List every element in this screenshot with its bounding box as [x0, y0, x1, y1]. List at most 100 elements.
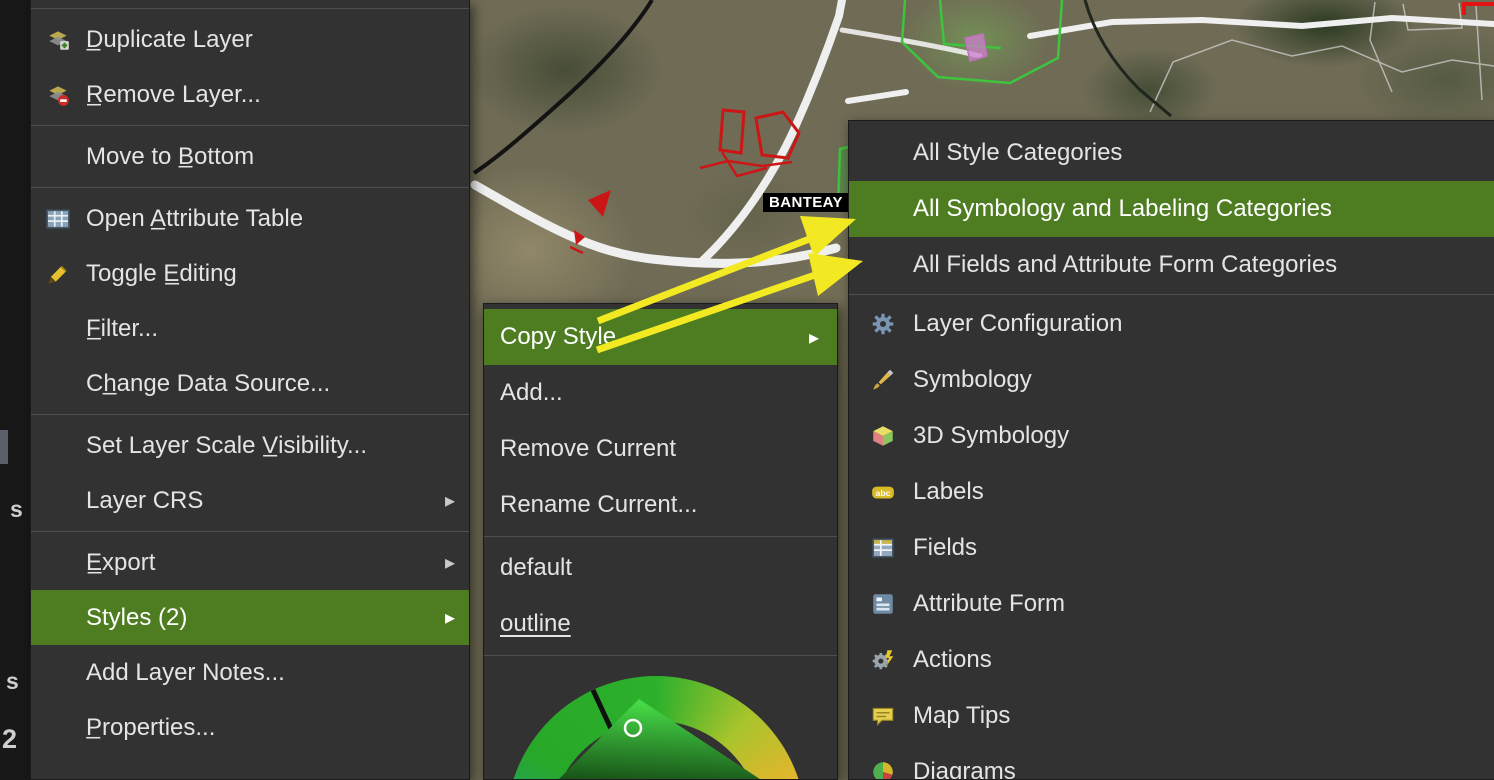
- empty-icon-slot: [43, 549, 73, 577]
- menu-item-add-style[interactable]: Add...: [484, 365, 837, 421]
- menu-item-label: Fields: [913, 534, 1494, 562]
- empty-icon-slot: [43, 315, 73, 343]
- labels-icon: abc: [869, 478, 897, 506]
- empty-icon-slot: [43, 370, 73, 398]
- map-boundary-dark: [1085, 0, 1171, 116]
- menu-separator: [31, 187, 469, 188]
- empty-icon-slot: [869, 195, 897, 223]
- menu-item-label: All Symbology and Labeling Categories: [913, 195, 1494, 223]
- map-red-marker: [588, 190, 611, 217]
- menu-item-label: Layer CRS: [86, 487, 435, 515]
- svg-text:abc: abc: [876, 488, 891, 498]
- menu-item-label: F̲ilter...: [86, 315, 455, 343]
- empty-icon-slot: [43, 714, 73, 742]
- menu-item-label: Layer Configuration: [913, 310, 1494, 338]
- clipped-text: 2: [2, 724, 17, 755]
- menu-item-remove-layer[interactable]: R̲emove Layer...: [31, 67, 469, 122]
- menu-item-fields[interactable]: Fields: [849, 520, 1494, 576]
- empty-icon-slot: [43, 659, 73, 687]
- layer-context-menu: D̲uplicate Layer R̲emove Layer... Move t…: [30, 0, 470, 780]
- symbology-icon: [869, 366, 897, 394]
- menu-item-label: Copy Style: [500, 323, 799, 351]
- submenu-arrow-icon: ▸: [809, 325, 819, 350]
- submenu-arrow-icon: ▸: [445, 550, 455, 575]
- menu-item-label: Set Layer Scale V̲isibility...: [86, 432, 455, 460]
- clipped-text: s: [6, 668, 19, 695]
- menu-item-label: Remove Current: [500, 435, 819, 463]
- menu-item-move-to-bottom[interactable]: Move to B̲ottom: [31, 129, 469, 184]
- menu-item-layer-crs[interactable]: Layer CRS ▸: [31, 473, 469, 528]
- menu-item-export[interactable]: E̲xport ▸: [31, 535, 469, 590]
- 3d-symbology-icon: [869, 422, 897, 450]
- menu-item-actions[interactable]: Actions: [849, 632, 1494, 688]
- menu-item-label: P̲roperties...: [86, 714, 455, 742]
- menu-item-label: All Fields and Attribute Form Categories: [913, 251, 1494, 279]
- menu-item-layer-configuration[interactable]: Layer Configuration: [849, 296, 1494, 352]
- menu-item-labels[interactable]: abc Labels: [849, 464, 1494, 520]
- menu-item-label: Rename Current...: [500, 491, 819, 519]
- menu-item-label: Add...: [500, 379, 819, 407]
- submenu-arrow-icon: ▸: [445, 488, 455, 513]
- menu-item-copy-style[interactable]: Copy Style ▸: [484, 309, 837, 365]
- menu-item-filter[interactable]: F̲ilter...: [31, 301, 469, 356]
- attribute-table-icon: [43, 205, 73, 233]
- menu-item-label: D̲uplicate Layer: [86, 26, 455, 54]
- fields-icon: [869, 534, 897, 562]
- menu-item-label: Symbology: [913, 366, 1494, 394]
- empty-icon-slot: [43, 604, 73, 632]
- diagrams-icon: [869, 758, 897, 780]
- menu-item-label: Actions: [913, 646, 1494, 674]
- saturation-triangle[interactable]: [529, 699, 793, 780]
- menu-item-style-default[interactable]: default: [484, 540, 837, 596]
- menu-item-toggle-editing[interactable]: Toggle E̲diting: [31, 246, 469, 301]
- menu-item-symbology[interactable]: Symbology: [849, 352, 1494, 408]
- menu-item-all-fields-attribute-form[interactable]: All Fields and Attribute Form Categories: [849, 237, 1494, 293]
- color-wheel[interactable]: [506, 676, 806, 780]
- actions-icon: [869, 646, 897, 674]
- menu-item-styles[interactable]: Styles (2) ▸: [31, 590, 469, 645]
- menu-separator: [484, 536, 837, 537]
- menu-item-open-attribute-table[interactable]: Open A̲ttribute Table: [31, 191, 469, 246]
- menu-separator: [849, 294, 1494, 295]
- empty-icon-slot: [43, 487, 73, 515]
- copy-style-submenu: All Style Categories All Symbology and L…: [848, 120, 1494, 780]
- menu-separator: [31, 414, 469, 415]
- menu-item-label: Diagrams: [913, 758, 1494, 780]
- hue-marker[interactable]: [593, 690, 612, 731]
- empty-icon-slot: [43, 143, 73, 171]
- clipped-text: s: [10, 496, 23, 523]
- menu-item-duplicate-layer[interactable]: D̲uplicate Layer: [31, 12, 469, 67]
- menu-item-map-tips[interactable]: Map Tips: [849, 688, 1494, 744]
- map-boundary-black: [474, 0, 652, 173]
- menu-item-diagrams[interactable]: Diagrams: [849, 744, 1494, 780]
- menu-item-rename-current[interactable]: Rename Current...: [484, 477, 837, 533]
- menu-item-add-layer-notes[interactable]: Add Layer Notes...: [31, 645, 469, 700]
- menu-item-label: All Style Categories: [913, 139, 1494, 167]
- map-tips-icon: [869, 702, 897, 730]
- menu-item-label: default: [500, 554, 819, 582]
- menu-item-label: E̲xport: [86, 549, 435, 577]
- menu-item-label: Add Layer Notes...: [86, 659, 455, 687]
- menu-item-label: Styles (2): [86, 604, 435, 632]
- menu-separator: [484, 655, 837, 656]
- remove-layer-icon: [43, 81, 73, 109]
- menu-item-set-layer-scale-visibility[interactable]: Set Layer Scale V̲isibility...: [31, 418, 469, 473]
- menu-item-remove-current[interactable]: Remove Current: [484, 421, 837, 477]
- map-pink-parcel: [965, 34, 987, 61]
- menu-item-label: Labels: [913, 478, 1494, 506]
- panel-sliver: [0, 430, 8, 464]
- menu-separator: [31, 125, 469, 126]
- menu-item-label: Open A̲ttribute Table: [86, 205, 455, 233]
- menu-item-properties[interactable]: P̲roperties...: [31, 700, 469, 755]
- menu-item-all-style-categories[interactable]: All Style Categories: [849, 125, 1494, 181]
- menu-item-label: Map Tips: [913, 702, 1494, 730]
- menu-item-3d-symbology[interactable]: 3D Symbology: [849, 408, 1494, 464]
- menu-item-attribute-form[interactable]: Attribute Form: [849, 576, 1494, 632]
- styles-submenu: Copy Style ▸ Add... Remove Current Renam…: [483, 303, 838, 780]
- menu-item-change-data-source[interactable]: Ch̲ange Data Source...: [31, 356, 469, 411]
- duplicate-layer-icon: [43, 26, 73, 54]
- menu-separator: [31, 531, 469, 532]
- menu-item-label: outline: [500, 610, 819, 638]
- menu-item-style-outline[interactable]: outline: [484, 596, 837, 652]
- menu-item-all-symbology-labeling[interactable]: All Symbology and Labeling Categories: [849, 181, 1494, 237]
